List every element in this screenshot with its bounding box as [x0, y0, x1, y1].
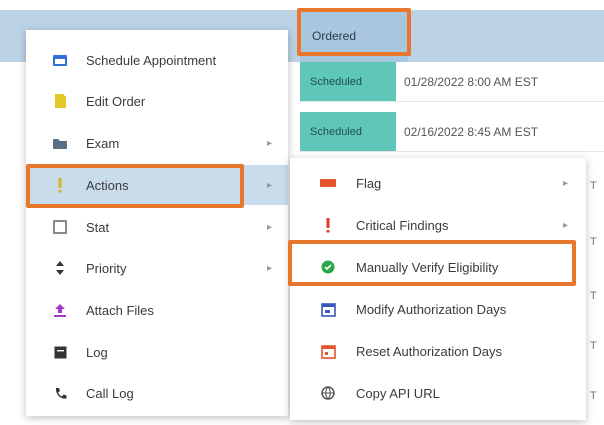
calendar-reset-icon	[318, 344, 338, 359]
chevron-right-icon: ▸	[266, 221, 272, 233]
menu-item-attach-files[interactable]: Attach Files	[26, 290, 288, 330]
chevron-right-icon: ▸	[266, 179, 272, 191]
status-cell: Scheduled	[300, 112, 396, 151]
chevron-right-icon: ▸	[266, 137, 272, 149]
submenu-item-label: Critical Findings	[356, 217, 449, 233]
menu-item-label: Stat	[86, 219, 110, 235]
globe-icon	[318, 386, 338, 400]
upload-icon	[50, 303, 70, 318]
status-column-header[interactable]: Ordered	[300, 10, 408, 62]
menu-item-schedule-appointment[interactable]: Schedule Appointment	[26, 40, 288, 80]
menu-item-actions[interactable]: Actions ▸	[26, 165, 288, 205]
menu-item-label: Actions	[86, 177, 129, 193]
submenu-item-modify-authorization-days[interactable]: Modify Authorization Days	[290, 288, 586, 330]
submenu-item-reset-authorization-days[interactable]: Reset Authorization Days	[290, 330, 586, 372]
chevron-right-icon: ▸	[562, 177, 568, 189]
menu-item-exam[interactable]: Exam ▸	[26, 123, 288, 163]
edge-text: T	[590, 390, 597, 402]
flag-icon	[318, 178, 338, 188]
status-cell: Scheduled	[300, 62, 396, 101]
submenu-item-copy-api-url[interactable]: Copy API URL	[290, 372, 586, 414]
menu-item-log[interactable]: Log	[26, 332, 288, 372]
table-row[interactable]: Scheduled 02/16/2022 8:45 AM EST	[300, 112, 604, 152]
chevron-right-icon: ▸	[562, 219, 568, 231]
checkbox-icon	[50, 220, 70, 234]
submenu-item-label: Modify Authorization Days	[356, 301, 507, 317]
menu-item-priority[interactable]: Priority ▸	[26, 248, 288, 288]
menu-item-label: Schedule Appointment	[86, 52, 217, 68]
phone-icon	[50, 387, 70, 400]
submenu-item-critical-findings[interactable]: Critical Findings ▸	[290, 204, 586, 246]
submenu-item-flag[interactable]: Flag ▸	[290, 162, 586, 204]
menu-item-label: Exam	[86, 135, 120, 151]
edge-text: T	[590, 236, 597, 248]
check-circle-icon	[318, 260, 338, 274]
chevron-right-icon: ▸	[266, 262, 272, 274]
menu-item-edit-order[interactable]: Edit Order	[26, 81, 288, 121]
folder-icon	[50, 137, 70, 150]
edge-text: T	[590, 340, 597, 352]
menu-item-label: Priority	[86, 260, 127, 276]
context-menu: Schedule Appointment Edit Order Exam ▸ A…	[26, 30, 288, 416]
menu-item-label: Log	[86, 344, 108, 360]
edge-text: T	[590, 290, 597, 302]
menu-item-call-log[interactable]: Call Log	[26, 373, 288, 413]
submenu-item-label: Reset Authorization Days	[356, 343, 502, 359]
submenu-item-label: Flag	[356, 175, 382, 191]
edge-text: T	[590, 180, 597, 192]
log-icon	[50, 346, 70, 359]
menu-item-stat[interactable]: Stat ▸	[26, 207, 288, 247]
date-cell: 02/16/2022 8:45 AM EST	[404, 124, 539, 139]
submenu-item-manually-verify-eligibility[interactable]: Manually Verify Eligibility	[290, 246, 586, 288]
menu-item-label: Attach Files	[86, 302, 154, 318]
exclamation-icon	[50, 177, 70, 193]
calendar-icon	[50, 53, 70, 67]
exclamation-icon	[318, 217, 338, 233]
document-icon	[50, 93, 70, 109]
menu-item-label: Call Log	[86, 385, 134, 401]
submenu-item-label: Copy API URL	[356, 385, 440, 401]
calendar-edit-icon	[318, 302, 338, 317]
date-cell: 01/28/2022 8:00 AM EST	[404, 74, 539, 89]
sort-icon	[50, 260, 70, 276]
submenu-item-label: Manually Verify Eligibility	[356, 259, 499, 275]
menu-item-label: Edit Order	[86, 93, 146, 109]
table-row[interactable]: Scheduled 01/28/2022 8:00 AM EST	[300, 62, 604, 102]
actions-submenu: Flag ▸ Critical Findings ▸ Manually Veri…	[290, 158, 586, 420]
